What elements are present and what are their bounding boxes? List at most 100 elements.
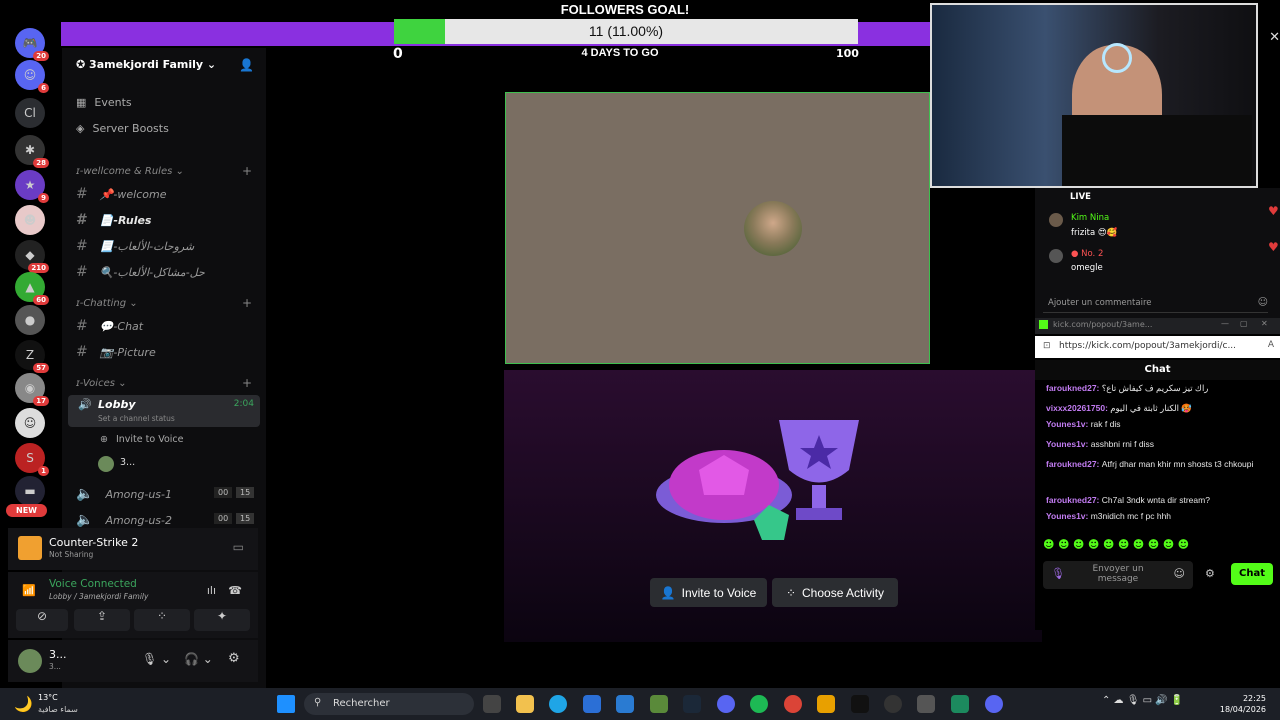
- temperature[interactable]: 13°C: [38, 693, 58, 702]
- discord-icon[interactable]: [717, 695, 735, 713]
- direct-messages-icon[interactable]: 🎮 20: [15, 28, 49, 61]
- camera-off-icon[interactable]: ⊘: [16, 609, 68, 631]
- server-icon[interactable]: ☺: [15, 408, 45, 438]
- minimize-icon[interactable]: —: [1221, 319, 1229, 328]
- weather-icon[interactable]: 🌙: [14, 695, 33, 713]
- server-icon[interactable]: ✱ 28: [15, 135, 49, 168]
- weather-text[interactable]: سماء صافية: [38, 705, 78, 714]
- server-icon[interactable]: ★ 9: [15, 170, 49, 203]
- app-icon[interactable]: [884, 695, 902, 713]
- microphone-icon[interactable]: 🎙 ⌄: [142, 652, 171, 666]
- close-icon[interactable]: ✕: [1269, 30, 1280, 45]
- server-icon[interactable]: ◉ 17: [15, 373, 49, 406]
- discord-icon[interactable]: ☺ 6: [15, 60, 49, 93]
- chat-username[interactable]: Kim Nina: [1071, 213, 1109, 223]
- voice-path[interactable]: Lobby / 3amekjordi Family: [49, 592, 148, 601]
- tiktok-icon[interactable]: [851, 695, 869, 713]
- clock[interactable]: 22:25 18/04/2026: [1220, 693, 1266, 715]
- avatar[interactable]: [18, 649, 42, 673]
- chat-username[interactable]: ● No. 2: [1071, 249, 1103, 259]
- spotify-icon[interactable]: [750, 695, 768, 713]
- add-channel-icon[interactable]: +: [242, 376, 252, 390]
- server-icon[interactable]: ●: [15, 305, 45, 335]
- app-icon[interactable]: [917, 695, 935, 713]
- voice-member-name[interactable]: 3...: [120, 457, 135, 468]
- server-boosts-item[interactable]: ◈ Server Boosts: [76, 122, 169, 135]
- activities-icon[interactable]: ⁘: [134, 609, 190, 631]
- noise-suppression-icon[interactable]: ılı: [207, 584, 216, 597]
- chat-username[interactable]: Younes1v:: [1046, 511, 1091, 521]
- chat-username[interactable]: farouk​ned27:: [1046, 495, 1102, 505]
- add-member-icon[interactable]: 👤: [239, 58, 254, 72]
- app-icon[interactable]: [951, 695, 969, 713]
- chat-username[interactable]: farouk​ned27:: [1046, 459, 1102, 469]
- disconnect-icon[interactable]: ☎: [228, 584, 242, 597]
- voice-channel-among-1[interactable]: 🔈 Among-us-1: [76, 486, 172, 502]
- server-icon[interactable]: ▲ 60: [15, 272, 49, 305]
- screen-share-icon[interactable]: ▭: [233, 540, 244, 554]
- microphone-icon[interactable]: 🎙: [1051, 567, 1065, 580]
- soundboard-icon[interactable]: ✦: [194, 609, 250, 631]
- file-explorer-icon[interactable]: [516, 695, 534, 713]
- voice-channel-among-2[interactable]: 🔈 Among-us-2: [76, 512, 172, 528]
- chat-username[interactable]: vixxx20261750:: [1046, 403, 1110, 413]
- chat-username[interactable]: farouk​ned27:: [1046, 383, 1102, 393]
- edge-icon[interactable]: [549, 695, 567, 713]
- send-chat-button[interactable]: Chat: [1231, 563, 1273, 585]
- server-icon[interactable]: Z 57: [15, 340, 49, 373]
- channel-rules[interactable]: # 📄-Rules: [76, 212, 151, 228]
- add-channel-icon[interactable]: +: [242, 296, 252, 310]
- choose-activity-button[interactable]: ⁘ Choose Activity: [772, 578, 898, 607]
- server-icon[interactable]: ◆ 210: [15, 240, 49, 273]
- signal-icon[interactable]: 📶: [22, 584, 36, 597]
- start-menu-icon[interactable]: [277, 695, 295, 713]
- stream-tile[interactable]: [505, 92, 930, 364]
- headphones-icon[interactable]: 🎧 ⌄: [184, 652, 213, 666]
- address-bar[interactable]: ⊡ https://kick.com/popout/3amekjordi/c..…: [1035, 336, 1280, 358]
- server-icon[interactable]: S1: [15, 443, 49, 476]
- close-icon[interactable]: ✕: [1261, 319, 1268, 328]
- category-voices[interactable]: ɪ-Voices ⌄: [76, 378, 127, 389]
- emote-icon[interactable]: ☻ ☻ ☻ ☻ ☻ ☻ ☻ ☻ ☻ ☻: [1043, 538, 1189, 551]
- maximize-icon[interactable]: ▢: [1240, 319, 1248, 328]
- category-chatting[interactable]: ɪ-Chatting ⌄: [76, 298, 138, 309]
- avatar[interactable]: [98, 456, 114, 472]
- store-icon[interactable]: [583, 695, 601, 713]
- channel-arabic-1[interactable]: # 📃-شروحات-الألعاب: [76, 238, 194, 254]
- tray-icons[interactable]: ⌃ ☁ 🎙 ▭ 🔊 🔋: [1102, 695, 1183, 706]
- server-name-header[interactable]: ✪ 3amekjordi Family ⌄: [76, 58, 216, 71]
- voice-channel-lobby[interactable]: 🔊 Lobby 2:04 Set a channel status: [68, 395, 260, 427]
- settings-gear-icon[interactable]: ⚙: [1205, 567, 1215, 580]
- participant-avatar[interactable]: [744, 201, 802, 256]
- mail-icon[interactable]: [616, 695, 634, 713]
- message-input[interactable]: 🎙 Envoyer un message ☺: [1043, 561, 1193, 589]
- app-icon[interactable]: [985, 695, 1003, 713]
- minecraft-icon[interactable]: [650, 695, 668, 713]
- emoji-icon[interactable]: ☺: [1258, 297, 1268, 308]
- channel-arabic-2[interactable]: # 🔍-حل-مشاكل-الألعاب: [76, 264, 205, 280]
- invite-to-voice-item[interactable]: ⊕ Invite to Voice: [100, 434, 183, 445]
- screen-share-icon[interactable]: ⇪: [74, 609, 130, 631]
- settings-gear-icon[interactable]: ⚙: [228, 651, 240, 666]
- server-icon[interactable]: ☻: [15, 205, 45, 235]
- task-view-icon[interactable]: [483, 695, 501, 713]
- read-aloud-icon[interactable]: A: [1268, 340, 1274, 350]
- steam-icon[interactable]: [683, 695, 701, 713]
- channel-chat[interactable]: # 💬-Chat: [76, 318, 143, 334]
- chat-username[interactable]: Younes1v:: [1046, 439, 1091, 449]
- channel-picture[interactable]: # 📷-Picture: [76, 344, 156, 360]
- channel-status[interactable]: Set a channel status: [98, 414, 175, 423]
- taskbar-search[interactable]: ⚲ Rechercher: [304, 693, 474, 715]
- channel-welcome[interactable]: # 📌-welcome: [76, 186, 166, 202]
- events-item[interactable]: ▦ Events: [76, 96, 132, 109]
- emote-bar[interactable]: ☻ ☻ ☻ ☻ ☻ ☻ ☻ ☻ ☻ ☻: [1043, 538, 1273, 552]
- invite-to-voice-button[interactable]: 👤 Invite to Voice: [650, 578, 767, 607]
- app-icon[interactable]: [817, 695, 835, 713]
- chrome-icon[interactable]: [784, 695, 802, 713]
- comment-input[interactable]: Ajouter un commentaire ☺: [1043, 294, 1268, 313]
- category-welcome[interactable]: ɪ-wellcome & Rules ⌄: [76, 166, 184, 177]
- server-icon-cl[interactable]: Cl: [15, 98, 45, 128]
- add-channel-icon[interactable]: +: [242, 164, 252, 178]
- emoji-icon[interactable]: ☺: [1174, 567, 1185, 580]
- server-icon[interactable]: ▬: [15, 476, 45, 506]
